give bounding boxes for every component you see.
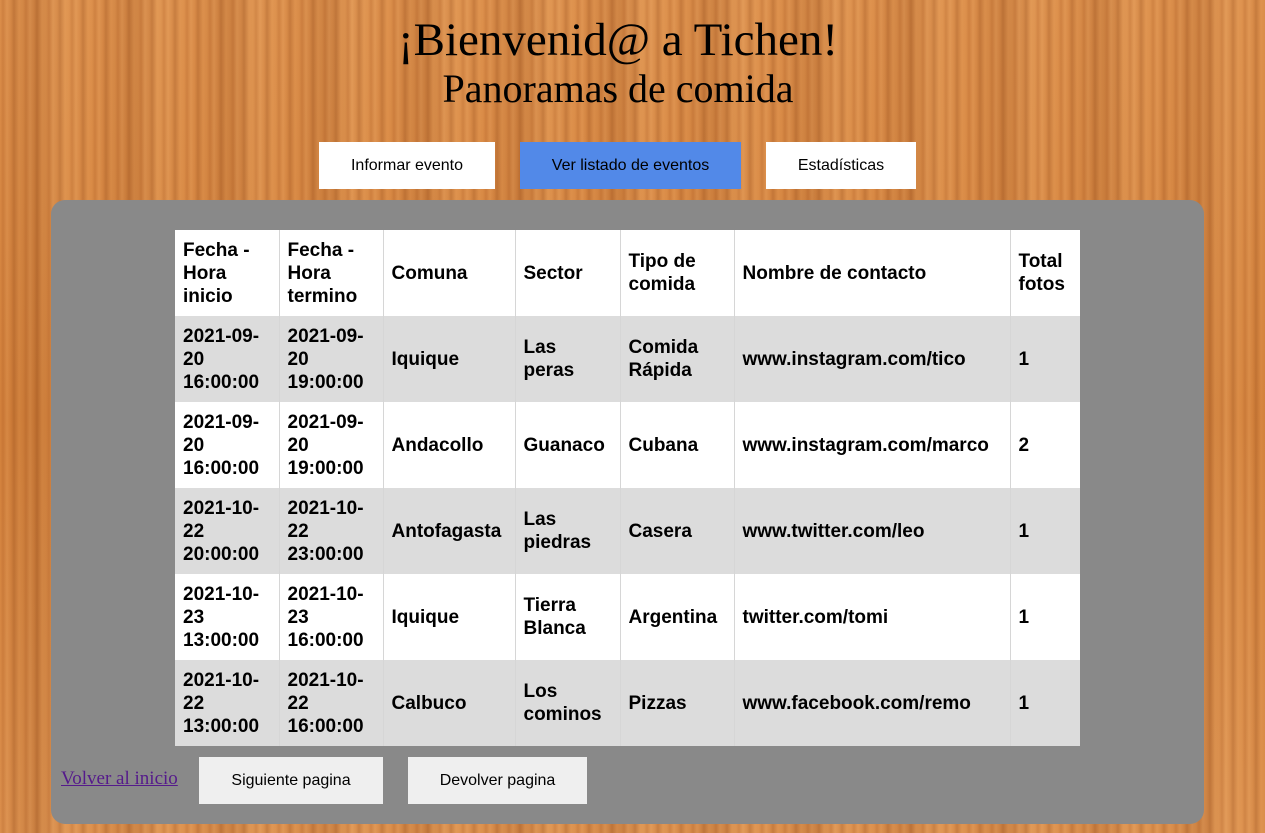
table-row[interactable]: 2021-10-23 13:00:00 2021-10-23 16:00:00 … [175,574,1080,660]
cell-comuna: Antofagasta [383,488,516,574]
column-header-fecha-inicio: Fecha - Hora inicio [175,230,280,316]
table-row[interactable]: 2021-10-22 20:00:00 2021-10-22 23:00:00 … [175,488,1080,574]
siguiente-pagina-button[interactable]: Siguiente pagina [199,757,383,804]
page-subtitle: Panoramas de comida [442,66,794,111]
cell-contacto: www.instagram.com/marco [734,402,1011,488]
cell-contacto: www.instagram.com/tico [734,316,1011,402]
cell-comuna: Andacollo [383,402,516,488]
cell-tipo-comida: Argentina [620,574,735,660]
cell-contacto: www.facebook.com/remo [734,660,1011,746]
column-header-sector: Sector [515,230,621,316]
cell-comuna: Calbuco [383,660,516,746]
cell-tipo-comida: Comida Rápida [620,316,735,402]
cell-comuna: Iquique [383,574,516,660]
cell-fecha-inicio: 2021-10-22 20:00:00 [175,488,280,574]
cell-fecha-termino: 2021-09-20 19:00:00 [279,316,384,402]
cell-sector: Guanaco [515,402,621,488]
column-header-comuna: Comuna [383,230,516,316]
cell-total-fotos: 2 [1018,434,1030,456]
cell-total-fotos: 1 [1018,606,1030,628]
cell-fecha-termino: 2021-09-20 19:00:00 [279,402,384,488]
table-header-row: Fecha - Hora inicio Fecha - Hora termino… [175,230,1080,316]
cell-fecha-inicio: 2021-10-23 13:00:00 [175,574,280,660]
table-row[interactable]: 2021-09-20 16:00:00 2021-09-20 19:00:00 … [175,316,1080,402]
events-table: Fecha - Hora inicio Fecha - Hora termino… [175,230,1080,746]
devolver-pagina-button[interactable]: Devolver pagina [408,757,587,804]
column-header-total-fotos: Total fotos [1018,251,1065,295]
table-row[interactable]: 2021-09-20 16:00:00 2021-09-20 19:00:00 … [175,402,1080,488]
estadisticas-button[interactable]: Estadísticas [766,142,916,189]
cell-sector: Tierra Blanca [515,574,621,660]
column-header-contacto: Nombre de contacto [734,230,1011,316]
cell-contacto: twitter.com/tomi [734,574,1011,660]
cell-total-fotos: 1 [1018,348,1030,370]
cell-total-fotos: 1 [1018,520,1030,542]
cell-total-fotos: 1 [1018,692,1030,714]
cell-tipo-comida: Pizzas [620,660,735,746]
ver-listado-button[interactable]: Ver listado de eventos [520,142,741,189]
page-title: ¡Bienvenid@ a Tichen! [397,14,839,66]
cell-comuna: Iquique [383,316,516,402]
cell-fecha-inicio: 2021-09-20 16:00:00 [175,316,280,402]
cell-fecha-inicio: 2021-09-20 16:00:00 [175,402,280,488]
cell-tipo-comida: Casera [620,488,735,574]
cell-sector: Las piedras [515,488,621,574]
informar-evento-button[interactable]: Informar evento [319,142,495,189]
cell-contacto: www.twitter.com/leo [734,488,1011,574]
table-row[interactable]: 2021-10-22 13:00:00 2021-10-22 16:00:00 … [175,660,1080,746]
cell-sector: Los cominos [515,660,621,746]
column-header-fecha-termino: Fecha - Hora termino [279,230,384,316]
volver-inicio-link[interactable]: Volver al inicio [61,768,178,790]
cell-fecha-termino: 2021-10-22 16:00:00 [279,660,384,746]
cell-fecha-inicio: 2021-10-22 13:00:00 [175,660,280,746]
cell-fecha-termino: 2021-10-23 16:00:00 [279,574,384,660]
cell-fecha-termino: 2021-10-22 23:00:00 [279,488,384,574]
cell-sector: Las peras [515,316,621,402]
cell-tipo-comida: Cubana [620,402,735,488]
column-header-tipo-comida: Tipo de comida [620,230,735,316]
